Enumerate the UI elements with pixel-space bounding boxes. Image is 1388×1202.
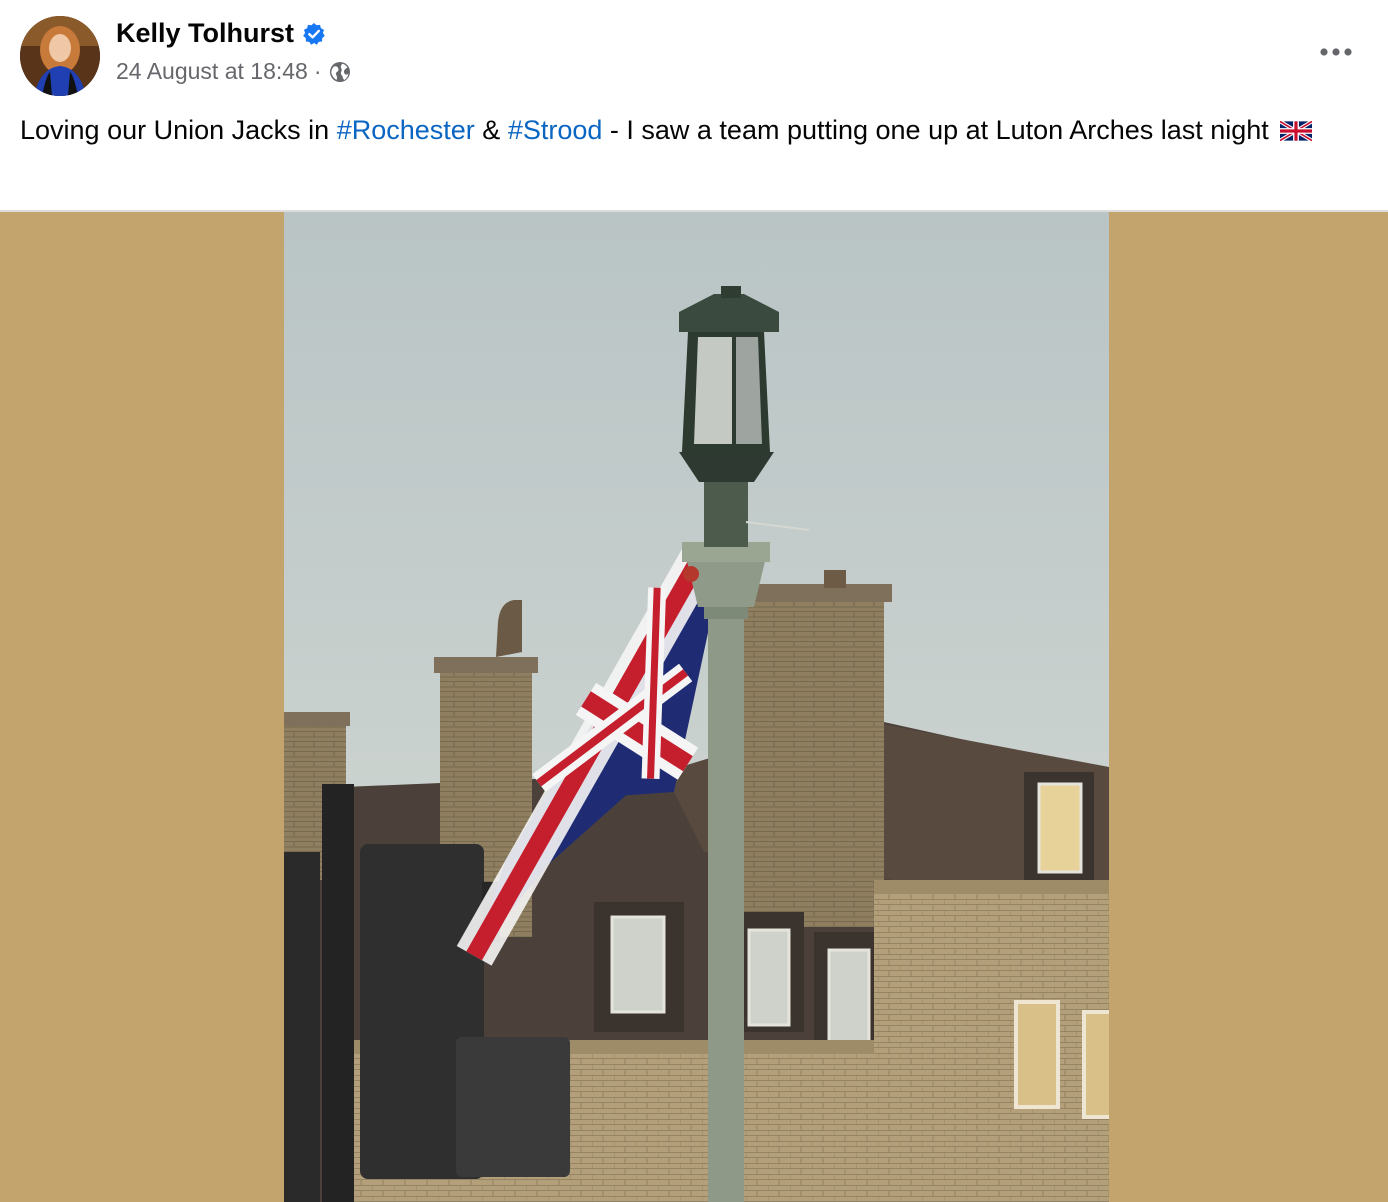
author-row: Kelly Tolhurst [116,18,326,49]
post-text: Loving our Union Jacks in #Rochester & #… [20,112,1360,149]
avatar[interactable] [20,16,100,96]
post-meta: 24 August at 18:48 · [116,58,352,85]
post-header: Kelly Tolhurst 24 August at 18:48 · Lovi… [0,0,1388,212]
author-name[interactable]: Kelly Tolhurst [116,18,294,49]
hashtag-rochester[interactable]: #Rochester [337,115,475,145]
avatar-image [20,16,100,96]
post-media[interactable] [0,212,1388,1202]
post-text-rest: - I saw a team putting one up at Luton A… [609,115,1269,145]
verified-badge-icon [302,22,326,46]
post-text-intro: Loving our Union Jacks in [20,115,330,145]
more-options-button[interactable] [1312,38,1360,66]
post-text-and: & [482,115,501,145]
more-options-icon [1320,48,1352,56]
globe-icon[interactable] [328,60,352,84]
post-photo[interactable] [284,212,1109,1202]
meta-separator: · [313,58,322,84]
hashtag-strood[interactable]: #Strood [508,115,603,145]
street-lamp-flag-photo [284,212,1109,1202]
post-timestamp[interactable]: 24 August at 18:48 [116,58,308,85]
flag-united-kingdom-icon [1279,114,1314,143]
